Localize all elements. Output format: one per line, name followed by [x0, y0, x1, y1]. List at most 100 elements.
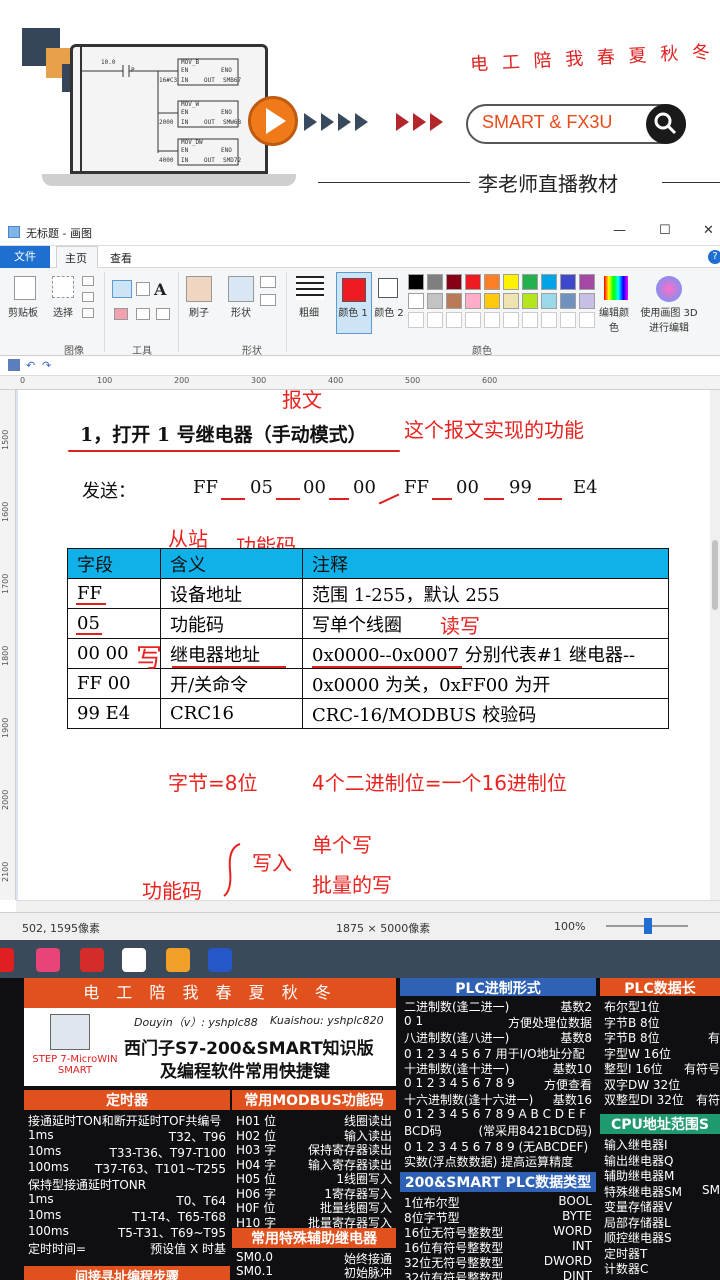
rotate-icon[interactable] — [82, 308, 94, 318]
color2-swatch[interactable] — [378, 278, 398, 298]
scroll-thumb[interactable] — [712, 540, 718, 610]
tab-file[interactable]: 文件 — [0, 246, 50, 268]
annotation-func-code-2: 功能码 — [142, 879, 202, 903]
eno-label: ENO — [221, 109, 232, 116]
en-label: EN — [181, 67, 189, 74]
modbus-row: H02 位输入读出 — [236, 1127, 392, 1143]
shapes-icon[interactable] — [228, 276, 254, 302]
doc-heading: 1，打开 1 号继电器（手动模式） — [80, 424, 367, 446]
app-icon[interactable] — [36, 948, 60, 972]
palette-swatch[interactable] — [503, 274, 519, 290]
palette-swatch[interactable] — [541, 293, 557, 309]
palette-swatch-empty[interactable] — [503, 312, 519, 328]
text-tool-icon[interactable]: A — [154, 280, 166, 299]
row-value: T33-T36、T97-T100 — [109, 1146, 227, 1160]
app-icon[interactable] — [80, 948, 104, 972]
palette-swatch[interactable] — [522, 274, 538, 290]
modbus-title: 常用MODBUS功能码 — [232, 1090, 396, 1110]
palette-swatch-empty[interactable] — [560, 312, 576, 328]
palette-swatch[interactable] — [427, 274, 443, 290]
block-name: MOV_W — [181, 101, 200, 108]
annotation-batch-write: 批量的写 — [312, 873, 392, 897]
close-button[interactable]: ✕ — [703, 223, 714, 238]
palette-swatch[interactable] — [579, 293, 595, 309]
zoom-level: 100% — [554, 920, 586, 933]
palette-swatch-empty[interactable] — [465, 312, 481, 328]
palette-swatch[interactable] — [408, 293, 424, 309]
app-icon[interactable] — [122, 948, 146, 972]
palette-swatch[interactable] — [503, 293, 519, 309]
select-icon[interactable] — [52, 276, 74, 298]
out-label: OUT — [204, 119, 215, 126]
brush-icon[interactable] — [186, 276, 212, 302]
horizontal-scrollbar[interactable] — [16, 900, 720, 912]
crop-icon[interactable] — [82, 276, 94, 286]
app-icon[interactable] — [0, 948, 14, 972]
row-value: 基数10 — [552, 1062, 592, 1076]
undo-icon[interactable]: ↶ — [26, 359, 35, 372]
minimize-button[interactable]: — — [613, 223, 626, 238]
outline-icon[interactable] — [260, 276, 276, 288]
row-label: 接通延时TON和断开延时TOF共编号 — [28, 1114, 222, 1128]
app-icon[interactable] — [208, 948, 232, 972]
palette-swatch[interactable] — [484, 293, 500, 309]
format-row: 实数(浮点数数据) 提高运算精度 — [404, 1153, 592, 1169]
palette-swatch[interactable] — [427, 293, 443, 309]
paste-icon[interactable] — [14, 276, 36, 300]
ruler-tick: 500 — [405, 376, 421, 385]
palette-swatch-empty[interactable] — [522, 312, 538, 328]
annotation-underline — [172, 666, 286, 668]
row-label: 二进制数(逢二进一) — [404, 1000, 510, 1014]
palette-swatch[interactable] — [446, 293, 462, 309]
palette-swatch-empty[interactable] — [579, 312, 595, 328]
fill-icon[interactable] — [136, 282, 150, 296]
en-label: EN — [181, 109, 189, 116]
datatype-title: 200&SMART PLC数据类型 — [400, 1172, 596, 1192]
fill-shape-icon[interactable] — [260, 294, 276, 306]
palette-swatch[interactable] — [408, 274, 424, 290]
tab-home[interactable]: 主页 — [65, 250, 87, 266]
annotation-write: 写 — [136, 644, 163, 674]
palette-swatch-empty[interactable] — [408, 312, 424, 328]
palette-swatch[interactable] — [446, 274, 462, 290]
palette-swatch[interactable] — [484, 274, 500, 290]
row-value: 方便查看 — [543, 1077, 592, 1092]
palette-swatch[interactable] — [560, 293, 576, 309]
modbus-row: H03 字保持寄存器读出 — [236, 1141, 392, 1157]
palette-swatch[interactable] — [541, 274, 557, 290]
separator — [286, 272, 287, 352]
row-label: 输入继电器I — [604, 1138, 668, 1152]
palette-swatch-empty[interactable] — [446, 312, 462, 328]
help-icon[interactable]: ? — [708, 250, 720, 264]
size-icon[interactable] — [296, 276, 324, 300]
magnifier-icon[interactable] — [156, 308, 170, 320]
annotation-rw: 读写 — [440, 614, 480, 638]
pencil-icon[interactable] — [112, 280, 132, 298]
row-label: 32位有符号整数型 — [404, 1271, 504, 1280]
zoom-slider-thumb[interactable] — [644, 918, 652, 934]
palette-swatch[interactable] — [579, 274, 595, 290]
edit-colors-icon[interactable] — [604, 276, 628, 300]
palette-swatch[interactable] — [522, 293, 538, 309]
palette-swatch-empty[interactable] — [427, 312, 443, 328]
palette-swatch[interactable] — [560, 274, 576, 290]
paint3d-icon[interactable] — [656, 276, 682, 302]
table-header: 字段 — [67, 548, 161, 579]
redo-icon[interactable]: ↷ — [42, 359, 51, 372]
palette-swatch[interactable] — [465, 293, 481, 309]
palette-swatch[interactable] — [465, 274, 481, 290]
palette-swatch-empty[interactable] — [541, 312, 557, 328]
app-icon[interactable] — [166, 948, 190, 972]
hex-byte: 05 — [250, 477, 273, 498]
resize-icon[interactable] — [82, 292, 94, 302]
maximize-button[interactable]: ☐ — [659, 223, 671, 238]
vertical-scrollbar[interactable] — [710, 390, 720, 900]
tab-view[interactable]: 查看 — [110, 250, 132, 266]
color-picker-icon[interactable] — [136, 308, 150, 320]
format-row: 二进制数(逢二进一) 基数2 — [404, 998, 592, 1014]
search-button[interactable] — [646, 104, 686, 144]
eraser-icon[interactable] — [114, 308, 128, 320]
palette-swatch-empty[interactable] — [484, 312, 500, 328]
divider — [662, 182, 720, 183]
save-icon[interactable] — [8, 359, 20, 371]
